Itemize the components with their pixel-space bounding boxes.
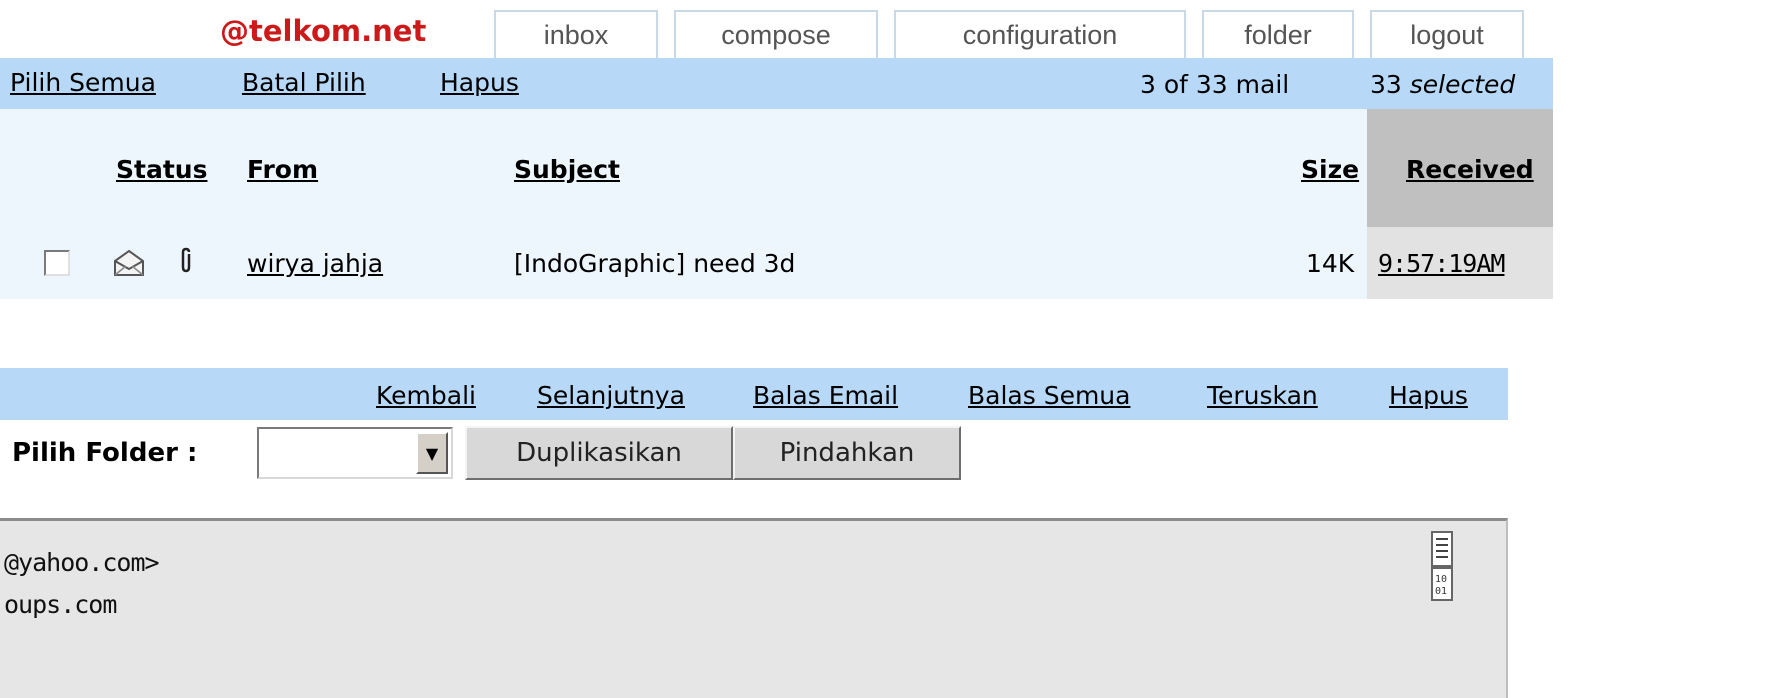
forward-link[interactable]: Teruskan xyxy=(1207,381,1318,410)
select-all-link[interactable]: Pilih Semua xyxy=(10,68,156,97)
deselect-link[interactable]: Batal Pilih xyxy=(242,68,366,97)
svg-text:01: 01 xyxy=(1435,586,1447,597)
folder-label: Pilih Folder : xyxy=(12,438,198,468)
reply-all-link[interactable]: Balas Semua xyxy=(968,381,1130,410)
column-subject[interactable]: Subject xyxy=(514,155,620,184)
envelope-open-icon xyxy=(114,249,144,276)
nav-configuration-button[interactable]: configuration xyxy=(894,10,1186,60)
selected-count: 33 selected xyxy=(1370,70,1516,99)
column-status[interactable]: Status xyxy=(116,155,207,184)
row-checkbox[interactable] xyxy=(44,250,70,276)
back-link[interactable]: Kembali xyxy=(376,381,476,410)
header-toggle-icon[interactable]: 10 01 xyxy=(1430,530,1454,602)
column-size[interactable]: Size xyxy=(1301,155,1359,184)
row-subject[interactable]: [IndoGraphic] need 3d xyxy=(514,249,795,278)
delete-message-link[interactable]: Hapus xyxy=(1389,381,1468,410)
column-received[interactable]: Received xyxy=(1406,155,1534,184)
nav-compose-button[interactable]: compose xyxy=(674,10,878,60)
move-button[interactable]: Pindahkan xyxy=(733,426,961,480)
mail-count: 3 of 33 mail xyxy=(1140,70,1290,99)
row-received-link[interactable]: 9:57:19AM xyxy=(1378,249,1505,278)
mail-toolbar xyxy=(0,58,1553,109)
nav-folder-button[interactable]: folder xyxy=(1202,10,1354,60)
reply-link[interactable]: Balas Email xyxy=(753,381,898,410)
brand-domain: @telkom.net xyxy=(220,14,427,48)
next-link[interactable]: Selanjutnya xyxy=(537,381,685,410)
svg-text:10: 10 xyxy=(1435,574,1447,585)
paperclip-icon xyxy=(181,247,191,273)
preview-line: @yahoo.com> xyxy=(4,548,160,577)
column-from[interactable]: From xyxy=(247,155,318,184)
row-size: 14K xyxy=(1306,249,1355,278)
delete-selected-link[interactable]: Hapus xyxy=(440,68,519,97)
dropdown-arrow-icon[interactable]: ▼ xyxy=(416,432,448,474)
nav-logout-button[interactable]: logout xyxy=(1370,10,1524,60)
preview-line: oups.com xyxy=(4,590,117,619)
message-preview[interactable] xyxy=(0,518,1508,698)
nav-inbox-button[interactable]: inbox xyxy=(494,10,658,60)
row-from-link[interactable]: wirya jahja xyxy=(247,249,383,278)
folder-select[interactable]: ▼ xyxy=(257,427,453,479)
duplicate-button[interactable]: Duplikasikan xyxy=(465,426,733,480)
